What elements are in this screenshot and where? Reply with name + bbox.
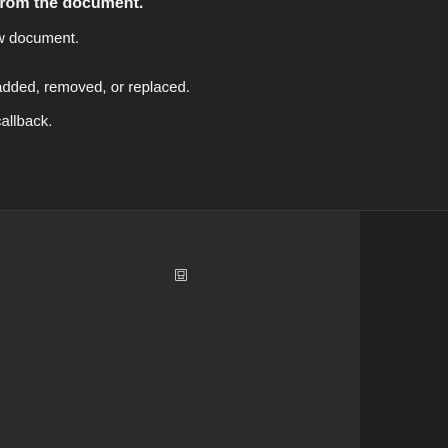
document-line: callback. xyxy=(0,113,53,130)
inspect-icon[interactable] xyxy=(174,268,188,282)
document-line: w document. xyxy=(0,30,80,47)
document-text-area: from the document. w document. added, re… xyxy=(0,0,448,210)
side-panel xyxy=(360,210,448,448)
document-line: added, removed, or replaced. xyxy=(0,79,190,96)
document-line: from the document. xyxy=(0,0,144,12)
content-panel xyxy=(0,210,360,448)
